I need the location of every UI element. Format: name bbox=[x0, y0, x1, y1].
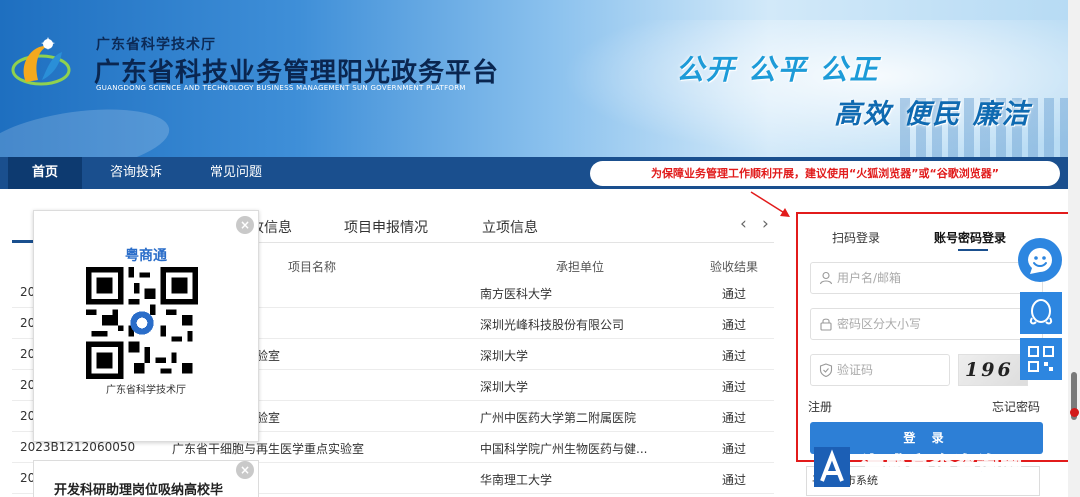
row-organization: 中国科学院广州生物医药与健... bbox=[480, 442, 648, 456]
close-icon[interactable]: × bbox=[236, 216, 254, 234]
ad-popup-text[interactable]: 开发科研助理岗位吸纳高校毕 bbox=[54, 479, 223, 497]
row-id: 2023B1212060050 bbox=[20, 440, 136, 454]
qr-popup: 粤商通 广东省科学技术厅 bbox=[33, 210, 259, 442]
tab-project-approval[interactable]: 立项信息 bbox=[482, 217, 538, 237]
row-project-name[interactable]: 广东省干细胞与再生医学重点实验室 bbox=[172, 440, 462, 457]
username-field bbox=[810, 262, 1043, 294]
captcha-field bbox=[810, 354, 950, 386]
page-scrollbar[interactable] bbox=[1068, 0, 1080, 497]
watermark-text: 潮盛高企咨询网 bbox=[861, 454, 1024, 480]
banner-dish-decoration bbox=[0, 99, 174, 157]
captcha-image[interactable]: 196 bbox=[958, 354, 1028, 386]
chat-button[interactable] bbox=[1018, 238, 1062, 282]
username-input[interactable] bbox=[837, 263, 1022, 293]
row-result: 通过 bbox=[722, 442, 747, 456]
tab-application-status[interactable]: 项目申报情况 bbox=[344, 217, 428, 237]
lock-icon bbox=[820, 318, 832, 331]
column-header-organization: 承担单位 bbox=[556, 260, 605, 274]
qr-code-button[interactable] bbox=[1020, 338, 1062, 380]
annotation-arrow-icon bbox=[750, 191, 790, 217]
qr-popup-caption: 广东省科学技术厅 bbox=[106, 385, 186, 396]
platform-title-en: GUANGDONG SCIENCE AND TECHNOLOGY BUSINES… bbox=[96, 84, 466, 92]
chevron-left-icon[interactable]: ‹ bbox=[740, 214, 747, 234]
department-name: 广东省科学技术厅 bbox=[96, 37, 216, 53]
captcha-input[interactable] bbox=[837, 355, 948, 385]
row-result: 通过 bbox=[722, 349, 747, 363]
login-tab-indicator bbox=[958, 249, 988, 251]
close-icon[interactable]: × bbox=[236, 461, 254, 479]
shield-icon bbox=[819, 363, 833, 377]
qr-popup-title: 粤商通 bbox=[125, 248, 167, 264]
column-header-project-name: 项目名称 bbox=[288, 260, 337, 274]
column-header-result: 验收结果 bbox=[710, 260, 759, 274]
forgot-password-link[interactable]: 忘记密码 bbox=[992, 398, 1040, 415]
slogan-line-1: 公开 公平 公正 bbox=[676, 53, 880, 86]
chat-smile-icon bbox=[1028, 248, 1052, 274]
row-result: 通过 bbox=[722, 318, 747, 332]
row-result: 通过 bbox=[722, 380, 747, 394]
header-banner: 广东省科学技术厅 广东省科技业务管理阳光政务平台 GUANGDONG SCIEN… bbox=[0, 0, 1068, 157]
tab-qr-login[interactable]: 扫码登录 bbox=[832, 229, 880, 246]
row-organization: 深圳光峰科技股份有限公司 bbox=[480, 318, 625, 332]
row-organization: 深圳大学 bbox=[480, 380, 529, 394]
qr-code-image bbox=[86, 267, 198, 379]
row-organization: 华南理工大学 bbox=[480, 473, 553, 487]
user-icon bbox=[819, 271, 833, 285]
ad-popup: 开发科研助理岗位吸纳高校毕 bbox=[33, 460, 259, 497]
qr-code-icon bbox=[1028, 346, 1054, 372]
password-input[interactable] bbox=[837, 309, 1022, 339]
nav-item-home[interactable]: 首页 bbox=[8, 157, 82, 189]
row-result: 通过 bbox=[722, 411, 747, 425]
password-field bbox=[810, 308, 1043, 340]
row-organization: 南方医科大学 bbox=[480, 287, 553, 301]
browser-notice: 为保障业务管理工作顺利开展，建议使用“火狐浏览器”或“谷歌浏览器” bbox=[590, 161, 1060, 186]
guangdong-science-logo-icon bbox=[11, 37, 71, 86]
row-result: 通过 bbox=[722, 287, 747, 301]
register-link[interactable]: 注册 bbox=[808, 398, 832, 415]
qq-icon bbox=[1029, 299, 1053, 325]
row-result: 通过 bbox=[722, 473, 747, 487]
nav-item-consult[interactable]: 咨询投诉 bbox=[96, 157, 176, 189]
row-organization: 深圳大学 bbox=[480, 349, 529, 363]
nav-item-faq[interactable]: 常见问题 bbox=[196, 157, 276, 189]
slogan-line-2: 高效 便民 廉洁 bbox=[834, 99, 1031, 130]
watermark-logo-icon bbox=[814, 447, 850, 487]
tab-password-login[interactable]: 账号密码登录 bbox=[934, 229, 1006, 246]
qq-button[interactable] bbox=[1020, 292, 1062, 334]
row-organization: 广州中医药大学第二附属医院 bbox=[480, 411, 637, 425]
scroll-marker bbox=[1070, 408, 1079, 417]
